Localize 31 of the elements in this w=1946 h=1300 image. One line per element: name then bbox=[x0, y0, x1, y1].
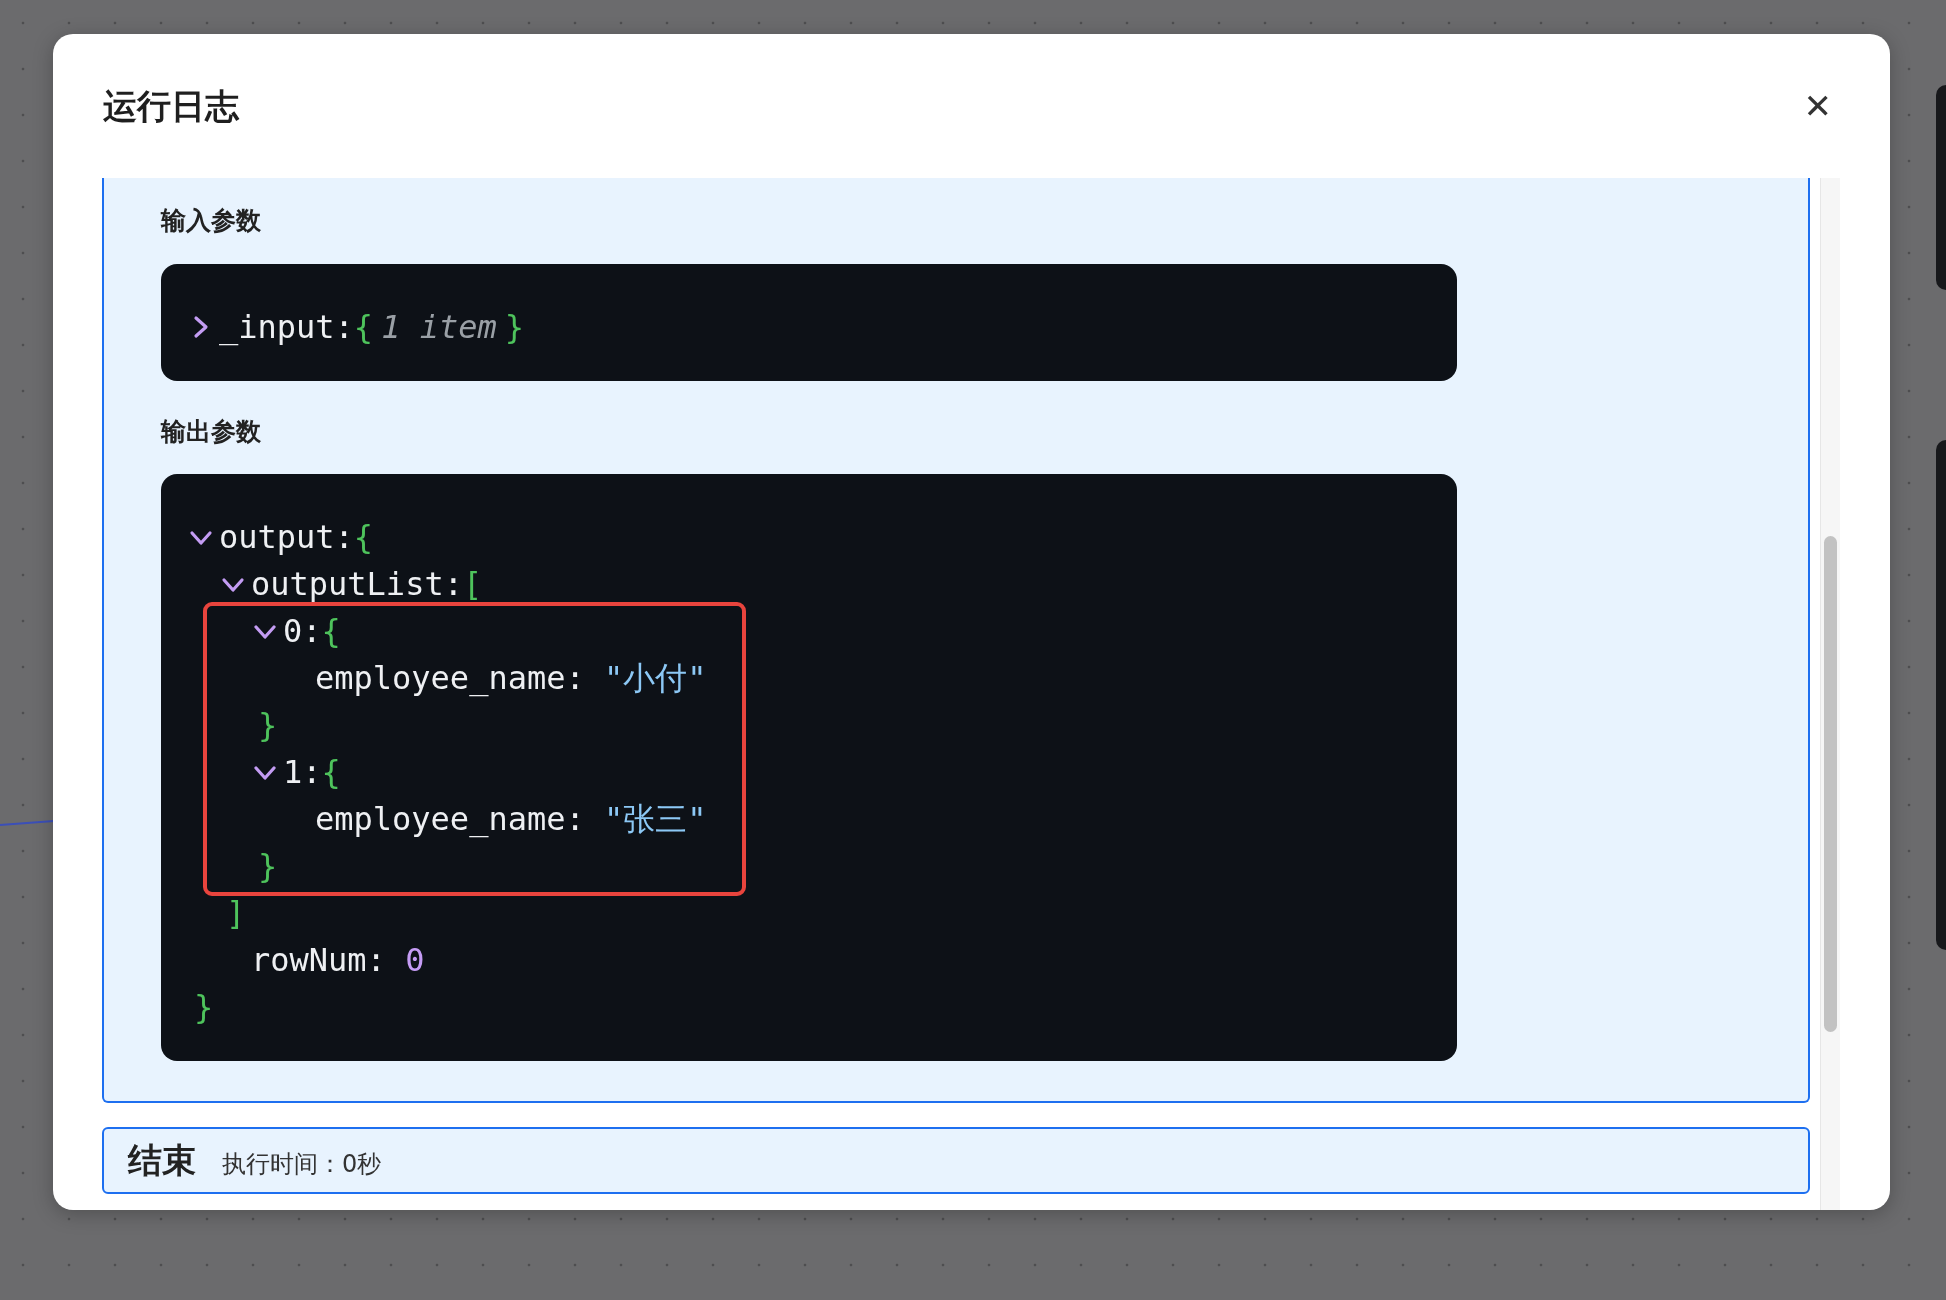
connector-line bbox=[0, 820, 54, 826]
bracket: { bbox=[353, 306, 374, 348]
bracket: { bbox=[321, 752, 341, 793]
item-count: 1 item bbox=[381, 306, 497, 348]
execution-time: 执行时间：0秒 bbox=[222, 1149, 382, 1180]
json-key: outputList: bbox=[251, 561, 463, 608]
json-key: rowNum: bbox=[251, 937, 386, 984]
json-key: _input: bbox=[219, 303, 354, 351]
json-key: employee_name: bbox=[315, 655, 585, 702]
scrollbar-thumb[interactable] bbox=[1824, 536, 1837, 1032]
bracket: ] bbox=[226, 893, 246, 934]
json-key: employee_name: bbox=[315, 796, 585, 843]
json-value: "小付" bbox=[604, 658, 707, 699]
scrollbar[interactable] bbox=[1820, 178, 1840, 1210]
json-key: 0: bbox=[283, 608, 322, 655]
bracket: } bbox=[258, 705, 278, 746]
bracket: [ bbox=[462, 564, 483, 605]
json-value: 0 bbox=[405, 940, 425, 981]
close-button[interactable]: ✕ bbox=[1795, 85, 1840, 127]
json-value: "张三" bbox=[604, 799, 707, 840]
json-key: output: bbox=[219, 514, 354, 561]
section-label: 输出参数 bbox=[161, 415, 262, 448]
node-title: 结束 bbox=[128, 1139, 196, 1182]
section-label: 输入参数 bbox=[161, 205, 262, 237]
bracket: { bbox=[321, 611, 341, 652]
json-key: 1: bbox=[283, 749, 322, 796]
bracket: } bbox=[504, 306, 524, 348]
dialog-title: 运行日志 bbox=[103, 84, 239, 128]
bracket: { bbox=[353, 517, 374, 558]
bracket: } bbox=[258, 846, 278, 887]
bracket: } bbox=[194, 987, 214, 1028]
